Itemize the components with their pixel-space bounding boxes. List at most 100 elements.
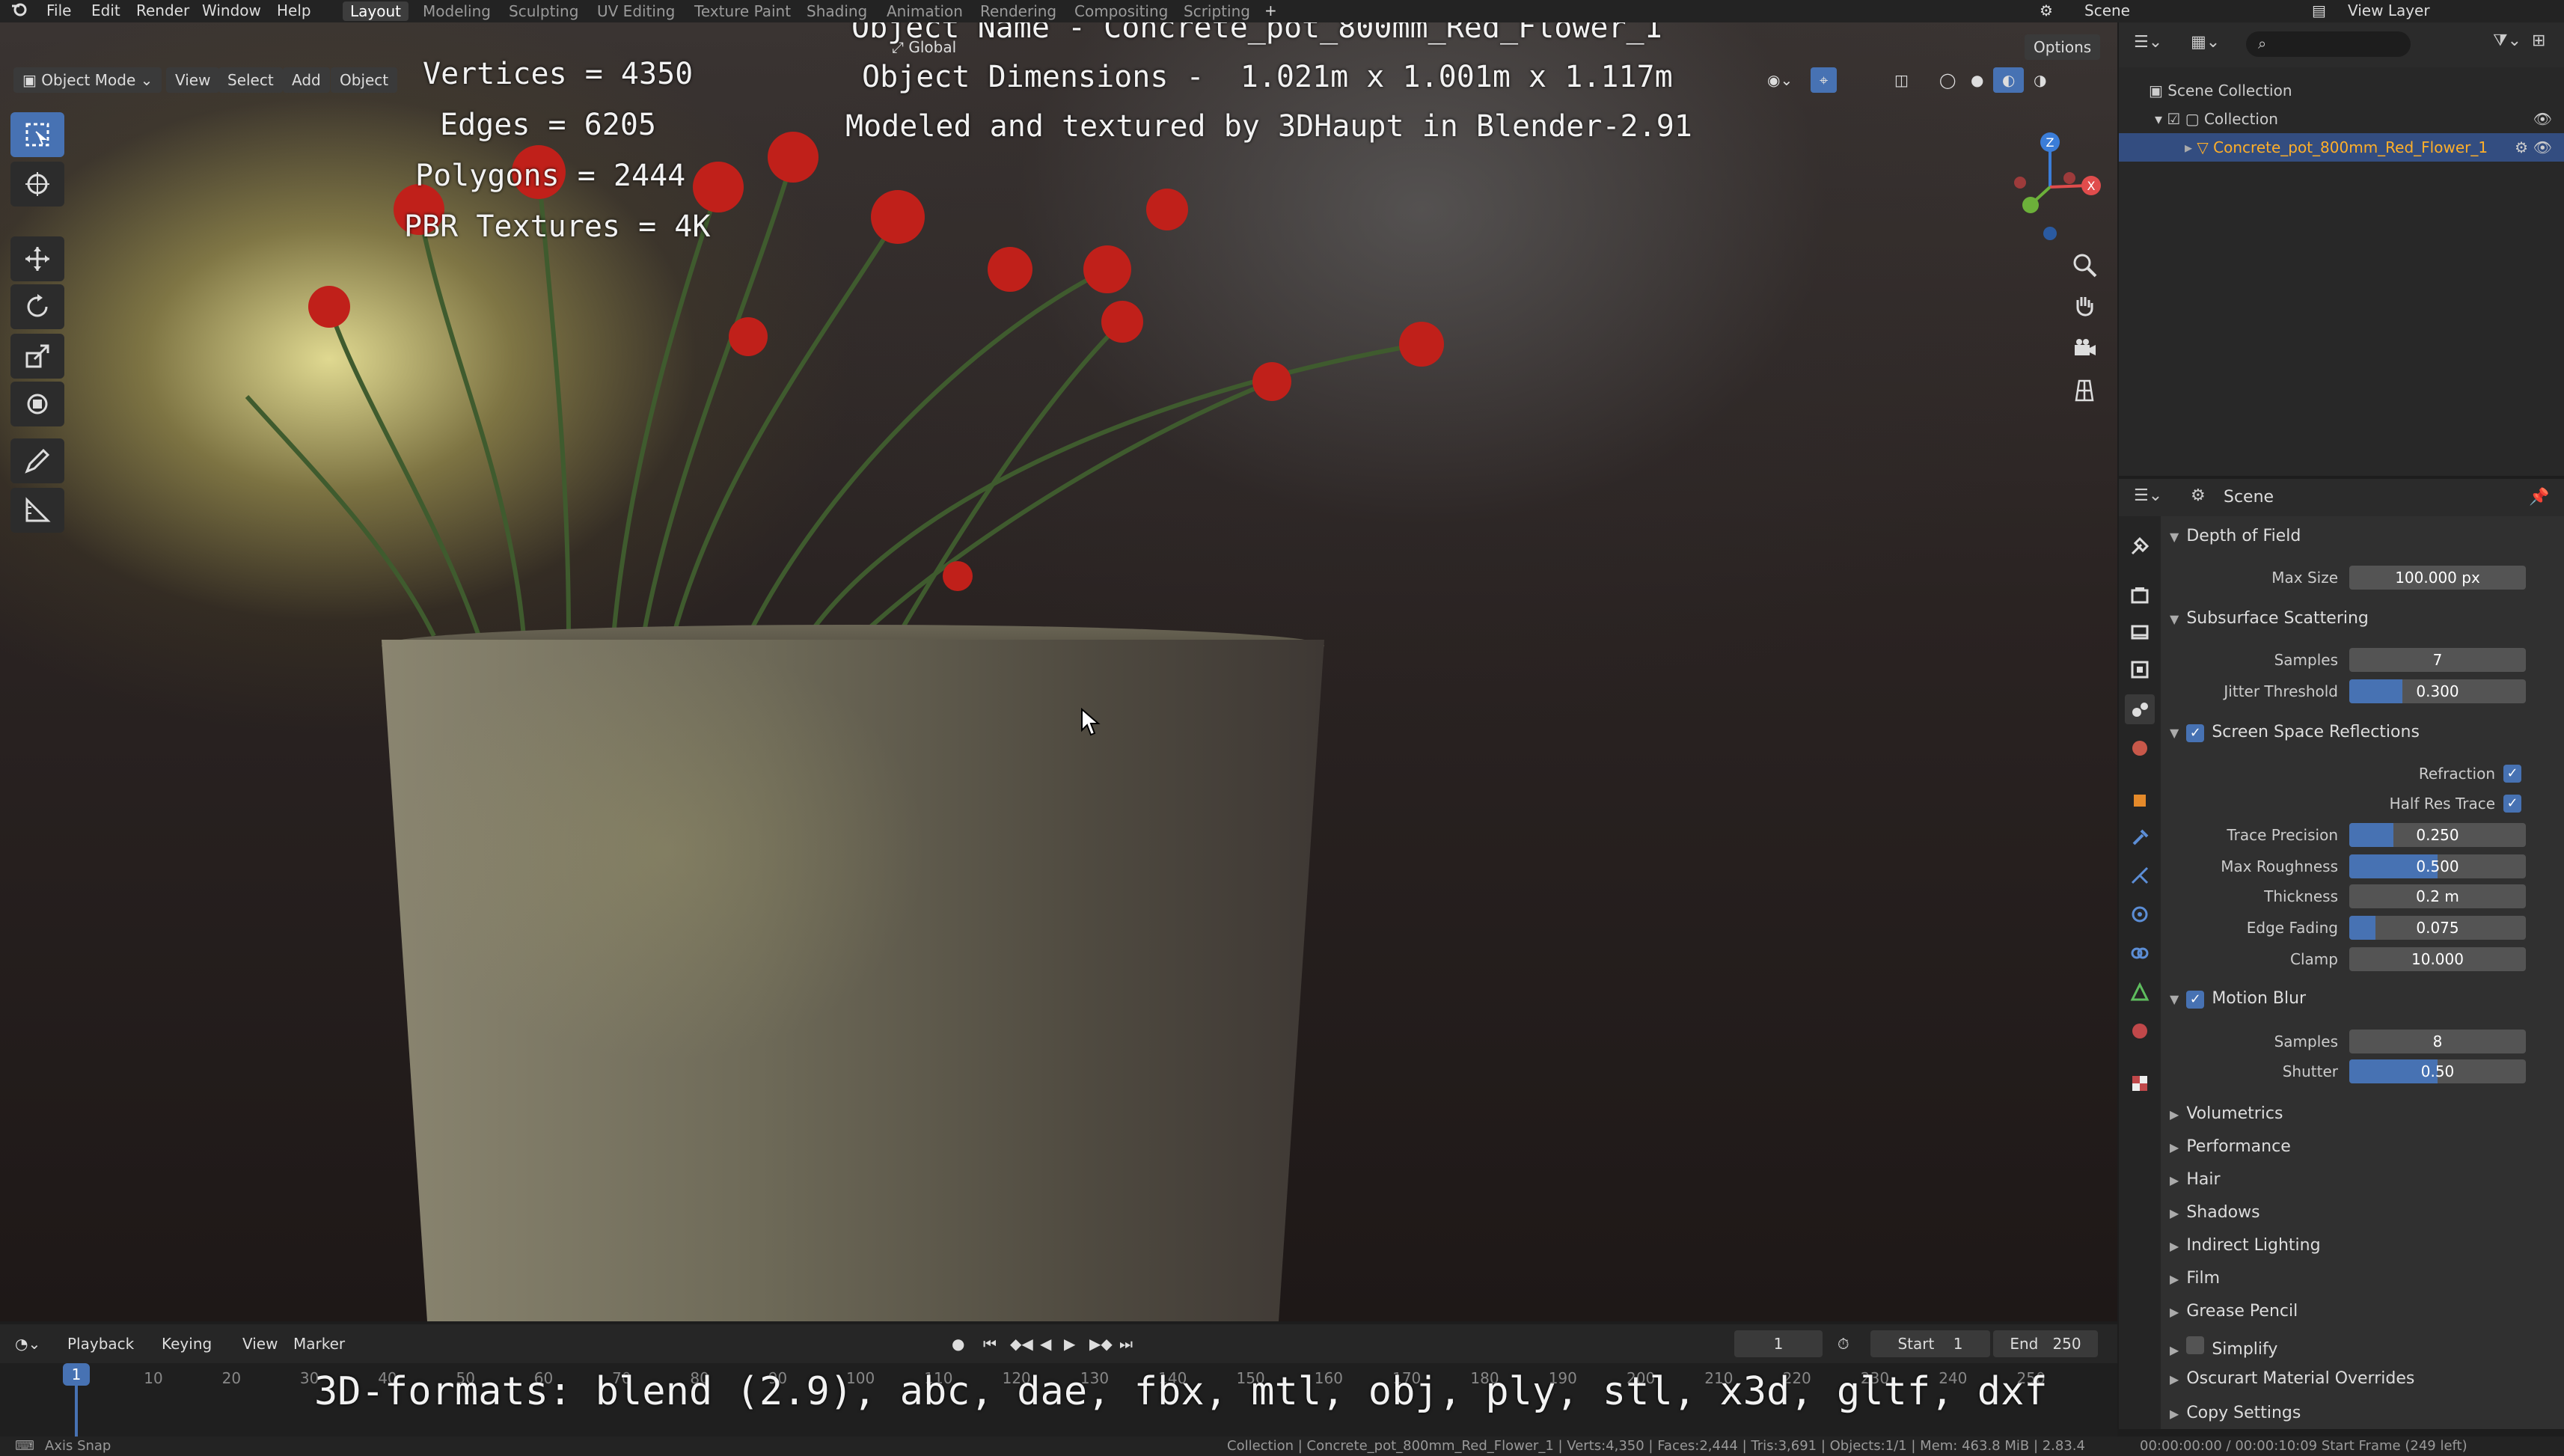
menu-edit[interactable]: Edit: [91, 0, 120, 21]
xray-toggle-icon[interactable]: ◫: [1885, 67, 1918, 93]
solid-shading-icon[interactable]: ●: [1962, 67, 1992, 93]
tab-sculpting[interactable]: Sculpting: [501, 1, 586, 21]
expand-arrow-icon[interactable]: ▸: [2185, 138, 2197, 156]
cursor-tool-icon[interactable]: [10, 162, 64, 207]
measure-tool-icon[interactable]: [10, 488, 64, 533]
clamp-field[interactable]: 10.000: [2349, 947, 2526, 971]
tab-rendering[interactable]: Rendering: [973, 1, 1064, 21]
annotate-tool-icon[interactable]: [10, 438, 64, 483]
tab-compositing[interactable]: Compositing: [1067, 1, 1175, 21]
object-menu[interactable]: Object: [331, 67, 398, 93]
jitter-threshold-slider[interactable]: 0.300: [2349, 679, 2526, 703]
pin-icon[interactable]: 📌: [2529, 488, 2549, 507]
panel-film[interactable]: ▶ Film: [2170, 1269, 2220, 1288]
current-frame-field[interactable]: 1: [1734, 1330, 1823, 1357]
sss-samples-field[interactable]: 7: [2349, 648, 2526, 672]
panel-subsurface-scattering[interactable]: ▼ Subsurface Scattering: [2170, 609, 2369, 628]
tab-animation[interactable]: Animation: [879, 1, 970, 21]
tab-modeling[interactable]: Modeling: [415, 1, 498, 21]
thickness-field[interactable]: 0.2 m: [2349, 884, 2526, 908]
select-box-tool-icon[interactable]: [10, 112, 64, 157]
outliner-row-object[interactable]: ▸ ▽ Concrete_pot_800mm_Red_Flower_1 ⚙ 👁: [2119, 133, 2564, 162]
next-keyframe-icon[interactable]: ▶◆: [1089, 1330, 1113, 1357]
playback-menu[interactable]: Playback: [67, 1330, 134, 1357]
panel-grease-pencil[interactable]: ▶ Grease Pencil: [2170, 1302, 2298, 1321]
tab-texture-paint[interactable]: Texture Paint: [687, 1, 798, 21]
panel-simplify[interactable]: ▶ Simplify: [2170, 1336, 2277, 1359]
panel-hair[interactable]: ▶ Hair: [2170, 1170, 2221, 1189]
options-dropdown[interactable]: Options: [2025, 34, 2101, 60]
panel-performance[interactable]: ▶ Performance: [2170, 1137, 2291, 1156]
add-workspace-icon[interactable]: +: [1264, 0, 1277, 21]
menu-window[interactable]: Window: [202, 0, 261, 21]
blender-logo-icon[interactable]: [10, 0, 28, 23]
ssr-enable-checkbox[interactable]: ✓: [2186, 724, 2205, 742]
panel-indirect-lighting[interactable]: ▶ Indirect Lighting: [2170, 1236, 2321, 1255]
filter-icon[interactable]: ⧩⌄: [2493, 31, 2521, 50]
tab-shading[interactable]: Shading: [799, 1, 875, 21]
tab-uv-editing[interactable]: UV Editing: [590, 1, 682, 21]
outliner-search-input[interactable]: ⌕: [2246, 31, 2411, 57]
jump-start-icon[interactable]: ⏮: [983, 1330, 997, 1357]
scene-name[interactable]: Scene: [2084, 0, 2130, 21]
view-layer-icon[interactable]: ▤: [2312, 0, 2326, 21]
playhead-frame-badge[interactable]: 1: [63, 1363, 90, 1386]
new-collection-icon[interactable]: ⊞: [2532, 31, 2545, 50]
keying-menu[interactable]: Keying: [162, 1330, 212, 1357]
data-tab-icon[interactable]: [2125, 977, 2155, 1007]
max-size-field[interactable]: 100.000 px: [2349, 566, 2526, 590]
material-shading-icon[interactable]: ◐: [1993, 67, 2025, 93]
tab-scripting[interactable]: Scripting: [1176, 1, 1258, 21]
editor-type-icon[interactable]: ☰⌄: [2134, 486, 2162, 505]
marker-menu[interactable]: Marker: [293, 1330, 345, 1357]
select-menu[interactable]: Select: [218, 67, 283, 93]
simplify-checkbox[interactable]: [2186, 1336, 2205, 1354]
camera-view-icon[interactable]: [2066, 331, 2102, 367]
visibility-eye-icon[interactable]: 👁: [2533, 105, 2552, 133]
panel-motion-blur[interactable]: ▼ ✓ Motion Blur: [2170, 989, 2306, 1009]
preview-range-icon[interactable]: ⏱: [1838, 1330, 1849, 1357]
panel-depth-of-field[interactable]: ▼ Depth of Field: [2170, 527, 2301, 545]
navigation-gizmo[interactable]: Z X: [1990, 112, 2110, 247]
view-menu[interactable]: View: [166, 67, 220, 93]
scale-tool-icon[interactable]: [10, 334, 64, 379]
tool-tab-icon[interactable]: [2125, 531, 2155, 561]
prev-keyframe-icon[interactable]: ◆◀: [1010, 1330, 1033, 1357]
outliner-row-collection[interactable]: ▾ ☑ ▢ Collection 👁: [2119, 105, 2564, 133]
shutter-slider[interactable]: 0.50: [2349, 1059, 2526, 1083]
start-frame-field[interactable]: Start 1: [1870, 1330, 1990, 1357]
scene-icon[interactable]: ⚙: [2040, 0, 2053, 21]
record-icon[interactable]: ●: [952, 1330, 964, 1357]
timeline-view-menu[interactable]: View: [242, 1330, 278, 1357]
outliner-row-scene-collection[interactable]: ▣ Scene Collection: [2119, 76, 2564, 105]
play-reverse-icon[interactable]: ◀: [1040, 1330, 1051, 1357]
output-tab-icon[interactable]: [2125, 617, 2155, 647]
perspective-toggle-icon[interactable]: [2066, 373, 2102, 409]
add-menu[interactable]: Add: [283, 67, 330, 93]
motion-blur-samples-field[interactable]: 8: [2349, 1030, 2526, 1053]
edge-fading-slider[interactable]: 0.075: [2349, 916, 2526, 940]
jump-end-icon[interactable]: ⏭: [1119, 1330, 1133, 1357]
rotate-tool-icon[interactable]: [10, 284, 64, 329]
menu-render[interactable]: Render: [136, 0, 189, 21]
trace-precision-slider[interactable]: 0.250: [2349, 823, 2526, 847]
display-mode-icon[interactable]: ▦⌄: [2191, 33, 2220, 52]
rendered-shading-icon[interactable]: ◑: [2025, 67, 2055, 93]
checkbox-icon[interactable]: ☑: [2167, 110, 2185, 128]
motion-blur-enable-checkbox[interactable]: ✓: [2186, 991, 2205, 1009]
panel-shadows[interactable]: ▶ Shadows: [2170, 1203, 2260, 1222]
wireframe-shading-icon[interactable]: ◯: [1930, 67, 1965, 93]
zoom-icon[interactable]: [2066, 247, 2102, 283]
mode-dropdown[interactable]: ▣ Object Mode ⌄: [13, 67, 162, 93]
expand-arrow-icon[interactable]: ▾: [2155, 110, 2167, 128]
end-frame-field[interactable]: End 250: [1993, 1330, 2098, 1357]
world-tab-icon[interactable]: [2125, 733, 2155, 763]
pan-hand-icon[interactable]: [2066, 289, 2102, 325]
panel-screen-space-reflections[interactable]: ▼ ✓ Screen Space Reflections: [2170, 723, 2420, 742]
play-icon[interactable]: ▶: [1064, 1330, 1075, 1357]
refraction-checkbox[interactable]: ✓: [2503, 765, 2521, 783]
editor-type-icon[interactable]: ☰⌄: [2134, 33, 2162, 52]
gizmo-toggle-icon[interactable]: ⌖: [1811, 67, 1838, 93]
object-tab-icon[interactable]: [2125, 786, 2155, 816]
max-roughness-slider[interactable]: 0.500: [2349, 854, 2526, 878]
